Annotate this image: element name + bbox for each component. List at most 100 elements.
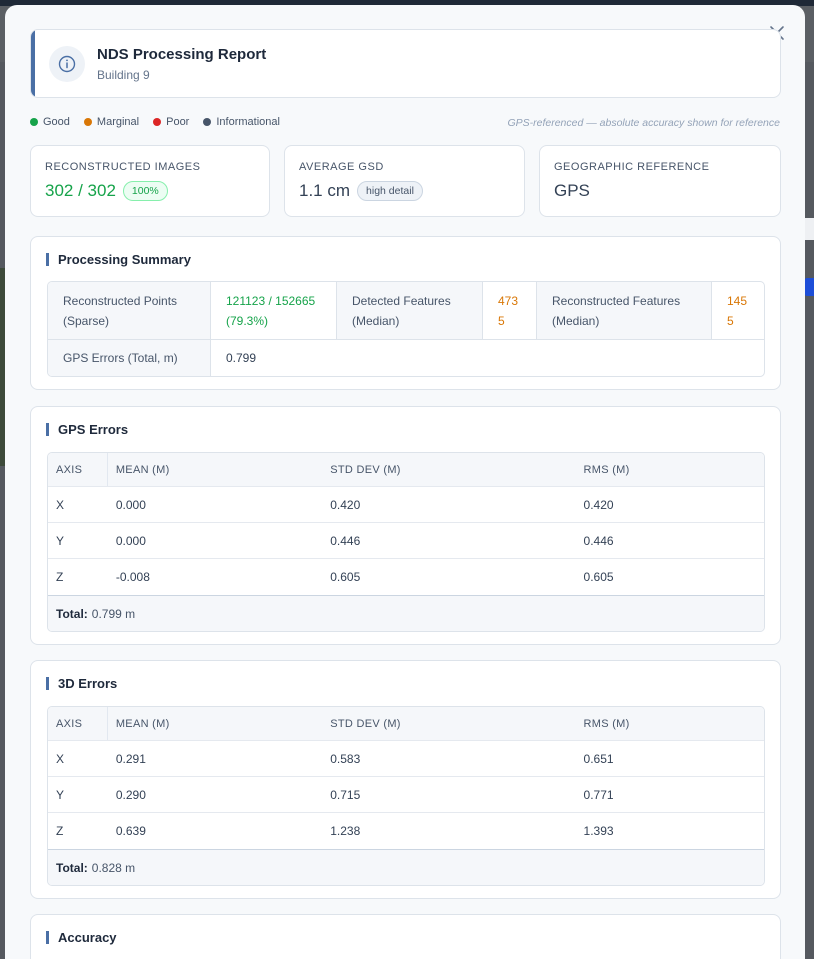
table-cell: 0.446 xyxy=(330,533,361,548)
detected-label: Detected Features (Median) xyxy=(337,282,483,339)
column-header: MEAN (M) xyxy=(115,463,170,476)
page-title: NDS Processing Report xyxy=(97,46,267,63)
column-header: MEAN (M) xyxy=(115,717,170,730)
legend-item-poor: Poor xyxy=(153,116,189,128)
stat-card-georef: GEOGRAPHIC REFERENCE GPS xyxy=(539,145,781,217)
accuracy-section: Accuracy xyxy=(30,914,781,959)
total-value: 0.799 m xyxy=(91,606,136,621)
georef-value: GPS xyxy=(554,181,590,200)
stat-value: 1.1 cm high detail xyxy=(299,181,423,201)
table-total: Total: 0.799 m xyxy=(48,595,764,631)
total-label: Total: xyxy=(56,860,88,875)
table-cell: 0.651 xyxy=(583,751,614,766)
table-cell: X xyxy=(56,751,65,766)
legend-note: GPS-referenced — absolute accuracy shown… xyxy=(507,117,780,129)
stat-card-images: RECONSTRUCTED IMAGES 302 / 302 100% xyxy=(30,145,270,217)
table-header: AXIS MEAN (M) STD DEV (M) RMS (M) xyxy=(48,707,764,741)
table-header: AXIS MEAN (M) STD DEV (M) RMS (M) xyxy=(48,453,764,487)
status-badge: 100% xyxy=(122,181,168,201)
points-value: 121123 / 152665 (79.3%) xyxy=(211,282,337,339)
summary-row: Reconstructed Points (Sparse) 121123 / 1… xyxy=(48,282,764,340)
legend-item-good: Good xyxy=(30,116,70,128)
legend-label: Poor xyxy=(166,116,190,128)
3d-errors-section: 3D Errors AXIS MEAN (M) STD DEV (M) RMS … xyxy=(30,660,781,899)
table-row: X 0.000 0.420 0.420 xyxy=(48,487,764,523)
section-title: 3D Errors xyxy=(46,677,117,690)
legend-item-marginal: Marginal xyxy=(83,116,140,128)
good-dot-icon xyxy=(30,118,38,126)
report-header: NDS Processing Report Building 9 xyxy=(30,29,781,98)
stat-label: GEOGRAPHIC REFERENCE xyxy=(554,161,710,173)
table-cell: 0.583 xyxy=(330,751,361,766)
legend-item-informational: Informational xyxy=(203,116,280,128)
table-row: Z 0.639 1.238 1.393 xyxy=(48,813,764,849)
column-header: RMS (M) xyxy=(583,463,630,476)
section-title: Processing Summary xyxy=(46,253,191,266)
column-header: RMS (M) xyxy=(583,717,630,730)
background-input xyxy=(805,218,814,240)
gps-label: GPS Errors (Total, m) xyxy=(48,340,211,376)
table-cell: X xyxy=(56,497,65,512)
total-label: Total: xyxy=(56,606,88,621)
table-cell: 0.420 xyxy=(583,497,614,512)
marginal-dot-icon xyxy=(83,118,92,126)
legend-label: Informational xyxy=(216,116,280,128)
table-cell: -0.008 xyxy=(115,570,150,584)
table-row: Y 0.290 0.715 0.771 xyxy=(48,777,764,813)
table-cell: Y xyxy=(56,787,65,802)
table-cell: 1.393 xyxy=(583,824,614,838)
table-cell: 0.291 xyxy=(115,751,146,766)
gsd-value: 1.1 cm xyxy=(299,181,351,200)
report-modal: NDS Processing Report Building 9 Good Ma… xyxy=(5,5,805,959)
stat-value: GPS xyxy=(554,181,590,201)
legend-label: Marginal xyxy=(96,116,140,128)
table-cell: 0.605 xyxy=(583,570,614,584)
column-header: AXIS xyxy=(48,707,108,740)
summary-grid: Reconstructed Points (Sparse) 121123 / 1… xyxy=(47,281,765,377)
table-row: X 0.291 0.583 0.651 xyxy=(48,741,764,777)
column-header: STD DEV (M) xyxy=(330,717,401,730)
header-accent-bar xyxy=(31,30,35,97)
stat-label: AVERAGE GSD xyxy=(299,161,384,173)
section-title: Accuracy xyxy=(46,931,117,944)
gps-value: 0.799 xyxy=(226,351,257,365)
table-cell: Z xyxy=(56,824,64,838)
summary-row: GPS Errors (Total, m) 0.799 xyxy=(48,340,764,376)
table-cell: 0.639 xyxy=(115,824,146,838)
stat-label: RECONSTRUCTED IMAGES xyxy=(45,161,201,173)
column-header: AXIS xyxy=(48,453,108,486)
table-row: Z -0.008 0.605 0.605 xyxy=(48,559,764,595)
total-value: 0.828 m xyxy=(91,860,136,875)
table-cell: 0.715 xyxy=(330,787,361,802)
table-cell: 0.290 xyxy=(115,787,146,802)
stat-value: 302 / 302 100% xyxy=(45,181,168,201)
recon-value: 1455 xyxy=(727,294,748,328)
3d-errors-table: AXIS MEAN (M) STD DEV (M) RMS (M) X 0.29… xyxy=(47,706,765,886)
table-cell: 0.446 xyxy=(583,533,614,548)
recon-label: Reconstructed Features (Median) xyxy=(537,282,712,339)
images-count: 302 / 302 xyxy=(45,181,116,200)
table-cell: 1.238 xyxy=(330,824,361,838)
table-cell: 0.000 xyxy=(115,497,146,512)
table-cell: Y xyxy=(56,533,65,548)
table-cell: 0.771 xyxy=(583,787,614,802)
table-cell: Z xyxy=(56,570,64,584)
table-total: Total: 0.828 m xyxy=(48,849,764,885)
processing-summary-section: Processing Summary Reconstructed Points … xyxy=(30,236,781,390)
legend-label: Good xyxy=(43,116,70,128)
gps-errors-section: GPS Errors AXIS MEAN (M) STD DEV (M) RMS… xyxy=(30,406,781,645)
points-label: Reconstructed Points (Sparse) xyxy=(48,282,211,339)
table-cell: 0.000 xyxy=(115,533,146,548)
background-chip xyxy=(805,278,814,296)
table-cell: 0.605 xyxy=(330,570,361,584)
status-legend: Good Marginal Poor Informational xyxy=(30,116,280,128)
informational-dot-icon xyxy=(203,118,212,126)
poor-dot-icon xyxy=(153,118,162,126)
info-icon xyxy=(49,46,85,82)
stat-card-gsd: AVERAGE GSD 1.1 cm high detail xyxy=(284,145,525,217)
detected-value: 4735 xyxy=(483,282,537,339)
page-subtitle: Building 9 xyxy=(97,68,150,82)
table-row: Y 0.000 0.446 0.446 xyxy=(48,523,764,559)
column-header: STD DEV (M) xyxy=(330,463,401,476)
gps-errors-table: AXIS MEAN (M) STD DEV (M) RMS (M) X 0.00… xyxy=(47,452,765,632)
